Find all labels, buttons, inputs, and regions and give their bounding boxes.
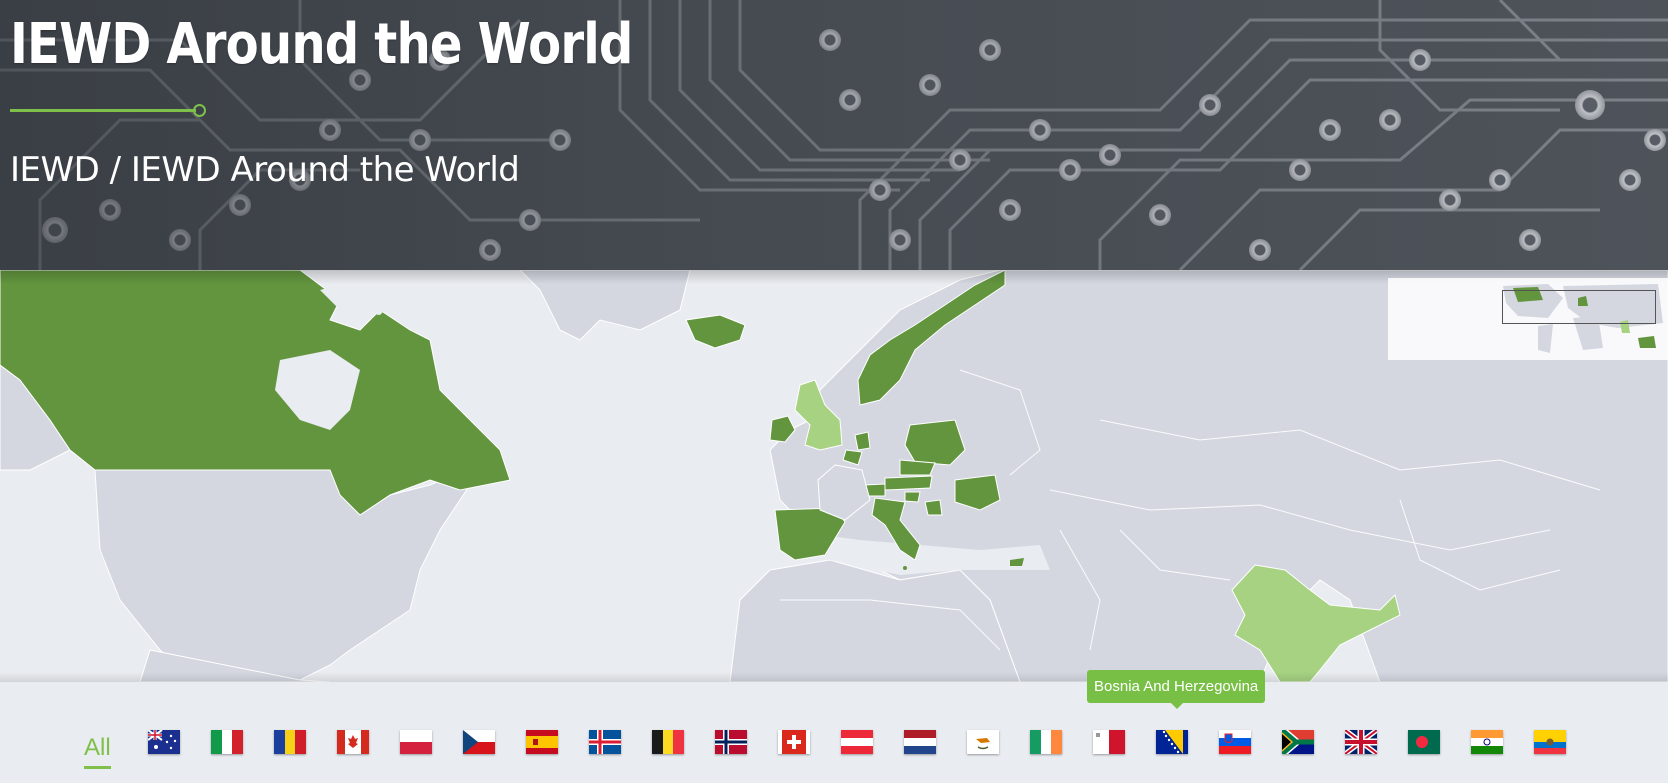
breadcrumb-link-iewd[interactable]: IEWD <box>10 150 100 190</box>
flag-netherlands-icon[interactable] <box>904 730 936 754</box>
country-czech-republic <box>899 459 936 476</box>
flag-norway-icon[interactable] <box>715 730 747 754</box>
flag-india-icon[interactable] <box>1471 730 1503 754</box>
country-bosnia <box>924 499 943 516</box>
breadcrumb: IEWD / IEWD Around the World <box>10 150 520 190</box>
flag-malta-icon[interactable] <box>1093 730 1125 754</box>
flag-south-africa-icon[interactable] <box>1282 730 1314 754</box>
title-underline-dot <box>193 104 206 117</box>
flag-czech-republic-icon[interactable] <box>463 730 495 754</box>
country-poland <box>904 419 966 466</box>
flag-bosnia-icon[interactable] <box>1156 730 1188 754</box>
page-header: IEWD Around the World IEWD / IEWD Around… <box>0 0 1668 270</box>
flag-spain-icon[interactable] <box>526 730 558 754</box>
country-austria <box>884 475 933 491</box>
country-tooltip: Bosnia And Herzegovina <box>1087 670 1266 703</box>
flag-bangladesh-icon[interactable] <box>1408 730 1440 754</box>
flag-switzerland-icon[interactable] <box>778 730 810 754</box>
page-title: IEWD Around the World <box>10 12 633 77</box>
country-netherlands <box>854 431 871 451</box>
flag-poland-icon[interactable] <box>400 730 432 754</box>
flag-canada-icon[interactable] <box>337 730 369 754</box>
flag-ireland-icon[interactable] <box>1030 730 1062 754</box>
flag-iceland-icon[interactable] <box>589 730 621 754</box>
flag-cyprus-icon[interactable] <box>967 730 999 754</box>
flag-austria-icon[interactable] <box>841 730 873 754</box>
flag-italy-icon[interactable] <box>211 730 243 754</box>
map-bottom-shadow <box>0 672 1668 682</box>
country-slovenia <box>904 491 921 503</box>
filter-all-tab[interactable]: All <box>84 734 111 769</box>
flag-slovenia-icon[interactable] <box>1219 730 1251 754</box>
flag-australia-icon[interactable] <box>148 730 180 754</box>
world-map[interactable] <box>0 270 1668 682</box>
tooltip-arrow <box>1171 703 1183 709</box>
country-filter-bar: All <box>0 682 1668 783</box>
flag-ecuador-icon[interactable] <box>1534 730 1566 754</box>
flag-belgium-icon[interactable] <box>652 730 684 754</box>
flag-romania-icon[interactable] <box>274 730 306 754</box>
country-malta <box>903 566 907 570</box>
flag-united-kingdom-icon[interactable] <box>1345 730 1377 754</box>
map-overview-minimap[interactable] <box>1388 278 1668 360</box>
breadcrumb-current: IEWD Around the World <box>130 150 520 190</box>
minimap-viewport-frame[interactable] <box>1502 290 1656 324</box>
title-underline <box>10 109 196 112</box>
breadcrumb-separator: / <box>109 150 121 190</box>
